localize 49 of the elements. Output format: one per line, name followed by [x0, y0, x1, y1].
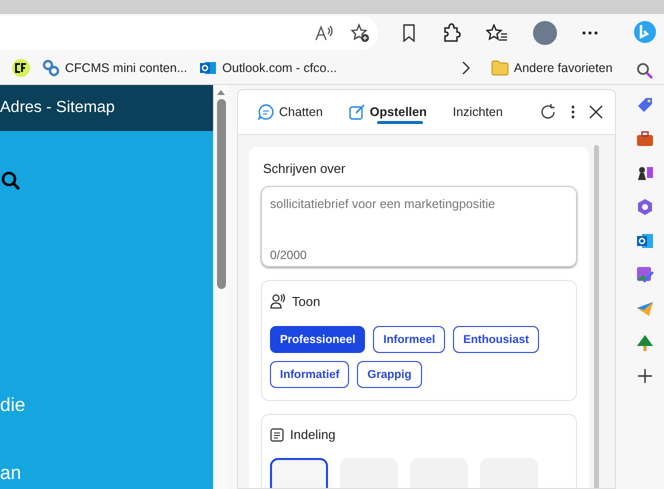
read-aloud-icon[interactable] [314, 24, 334, 42]
image-edit-icon[interactable] [636, 266, 654, 284]
toolbox-icon[interactable] [636, 130, 654, 148]
search-icon[interactable] [636, 62, 654, 80]
field-label: Schrijven over [263, 161, 346, 176]
bookmark-icon[interactable] [402, 24, 416, 42]
more-icon[interactable] [582, 31, 598, 35]
page-text: die [0, 395, 26, 417]
section-title: Toon [292, 294, 320, 308]
bookmark[interactable]: Outlook.com - cfco... [199, 59, 337, 77]
add-favorite-icon[interactable] [350, 23, 370, 43]
cf-logo-icon[interactable] [12, 59, 30, 77]
mail-icon[interactable] [636, 232, 654, 250]
tone-option[interactable]: Informeel [373, 326, 446, 353]
tone-option[interactable]: Grappig [357, 361, 422, 388]
tone-option[interactable]: Informatief [270, 361, 350, 388]
scrollbar[interactable] [594, 145, 599, 488]
edit-icon [348, 104, 365, 120]
section-title: Indeling [290, 427, 336, 442]
bookmark-folder[interactable]: Andere favorieten [490, 60, 613, 76]
favorites-icon[interactable] [486, 24, 508, 42]
refresh-icon[interactable] [539, 103, 557, 121]
tab[interactable]: Inzichten [444, 90, 511, 134]
document-icon [270, 428, 284, 442]
plus-icon[interactable] [637, 368, 653, 384]
profile-avatar[interactable] [533, 21, 557, 45]
site-title: Adres - Sitemap [0, 99, 115, 117]
chess-pieces-icon[interactable] [636, 164, 654, 182]
folder-icon [490, 60, 509, 76]
tree-icon[interactable] [636, 334, 654, 352]
tab[interactable]: Opstellen [340, 90, 435, 134]
speaker-icon [270, 293, 286, 309]
tab[interactable]: Chatten [250, 90, 331, 134]
tone-option[interactable]: Enthousiast [453, 326, 539, 353]
mail-icon [199, 59, 218, 77]
close-icon[interactable] [589, 105, 603, 119]
chevron-right-icon[interactable] [460, 61, 471, 75]
tone-option[interactable]: Professioneel [270, 326, 366, 353]
search-icon[interactable] [1, 171, 21, 191]
more-icon[interactable] [571, 105, 575, 119]
hexagon-icon[interactable] [636, 198, 654, 216]
scroll-up-icon[interactable] [217, 89, 225, 95]
format-option[interactable] [270, 458, 328, 488]
tag-icon[interactable] [636, 96, 654, 114]
bookmark[interactable]: CFCMS mini conten... [42, 59, 188, 77]
paper-plane-icon[interactable] [636, 300, 654, 318]
page-text: an [0, 463, 22, 485]
scrollbar[interactable] [213, 85, 228, 489]
character-counter: 0/2000 [270, 248, 308, 262]
